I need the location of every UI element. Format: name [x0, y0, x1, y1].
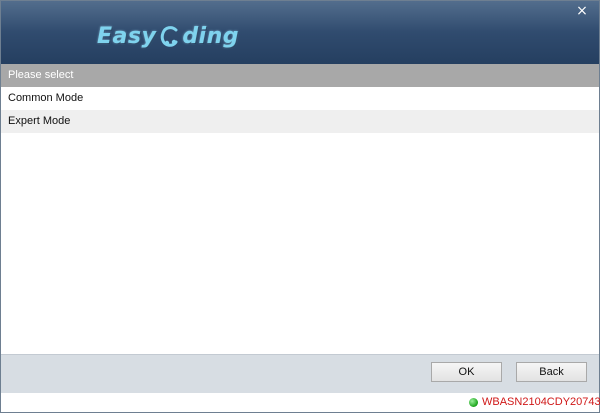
easy-coding-window: Easy ding × Please select Common Mode Ex…: [0, 0, 600, 413]
car-icon: [159, 25, 181, 47]
back-button[interactable]: Back: [516, 362, 587, 382]
logo-text-ding: ding: [182, 23, 240, 49]
easy-coding-logo: Easy ding: [97, 21, 239, 51]
vin-label: WBASN2104CDY20743: [482, 396, 600, 408]
status-dot-icon: [469, 398, 478, 407]
list-item-common-mode[interactable]: Common Mode: [1, 87, 599, 110]
mode-list: Please select Common Mode Expert Mode: [1, 64, 599, 133]
close-button[interactable]: ×: [575, 4, 589, 18]
ok-button[interactable]: OK: [431, 362, 502, 382]
list-header: Please select: [1, 64, 599, 87]
button-bar: OK Back: [1, 354, 599, 393]
header-shine: [1, 1, 599, 31]
list-item-expert-mode[interactable]: Expert Mode: [1, 110, 599, 133]
app-header: Easy ding ×: [1, 1, 599, 64]
status-bar: WBASN2104CDY20743: [1, 393, 600, 412]
logo-text-easy: Easy: [97, 23, 157, 49]
